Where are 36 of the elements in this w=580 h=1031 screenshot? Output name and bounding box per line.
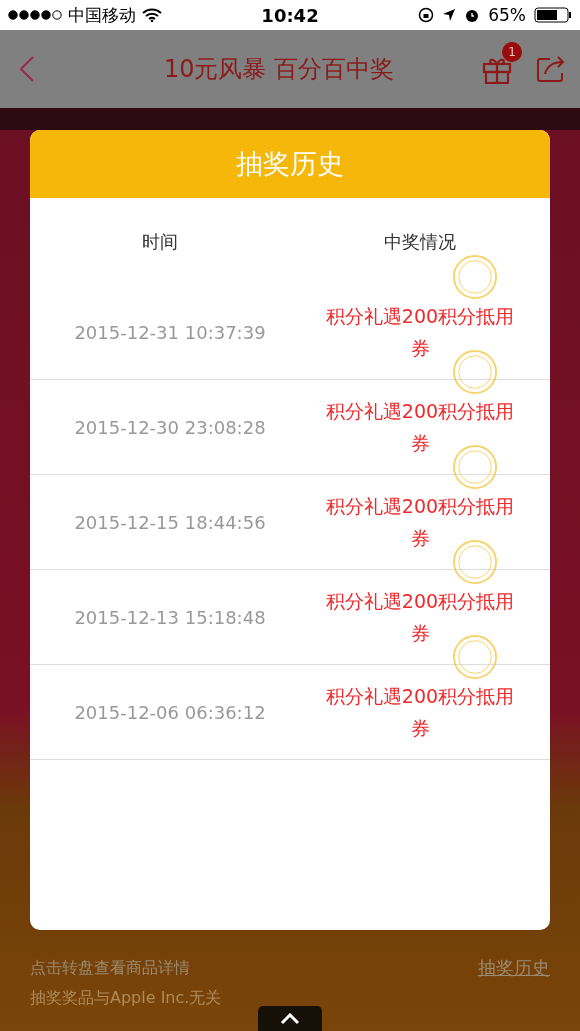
clock-time: 10:42 [261,4,319,26]
battery-icon [534,7,572,23]
battery-percent: 65% [488,5,526,25]
stamp-icon [452,634,498,680]
signal-icon [8,10,62,20]
draw-time: 2015-12-31 10:37:39 [73,321,267,343]
stamp-icon [452,539,498,585]
stamp-icon [452,349,498,395]
column-header: 时间 [141,229,179,254]
column-header: 中奖情况 [383,229,457,254]
expand-handle[interactable] [258,1006,322,1031]
share-icon[interactable] [536,55,566,83]
back-icon[interactable] [20,56,34,82]
prize-name: 积分礼遇200积分抵用券 [322,585,518,649]
rotation-lock-icon [418,7,435,23]
page-title: 10元风暴 百分百中奖 [162,54,396,85]
wifi-icon [142,8,162,22]
alarm-clock-icon [464,7,481,23]
disclaimer-text: 抽奖奖品与Apple Inc.无关 [30,988,223,1009]
draw-time: 2015-12-13 15:18:48 [73,606,267,628]
prize-name: 积分礼遇200积分抵用券 [322,395,518,459]
prize-name: 积分礼遇200积分抵用券 [322,300,518,364]
location-arrow-icon [442,8,457,22]
dialog-title: 抽奖历史 [30,130,550,198]
notification-badge: 1 [502,42,522,62]
prize-name: 积分礼遇200积分抵用券 [322,490,518,554]
draw-time: 2015-12-15 18:44:56 [73,511,267,533]
carrier-name: 中国移动 [68,3,136,27]
draw-time: 2015-12-06 06:36:12 [73,701,267,723]
stamp-icon [452,444,498,490]
chevron-up-icon [280,1012,300,1025]
stamp-icon [452,254,498,300]
hint-text: 点击转盘查看商品详情 [30,957,190,979]
history-link[interactable]: 抽奖历史 [478,956,550,980]
prize-name: 积分礼遇200积分抵用券 [322,680,518,744]
draw-time: 2015-12-30 23:08:28 [73,416,267,438]
